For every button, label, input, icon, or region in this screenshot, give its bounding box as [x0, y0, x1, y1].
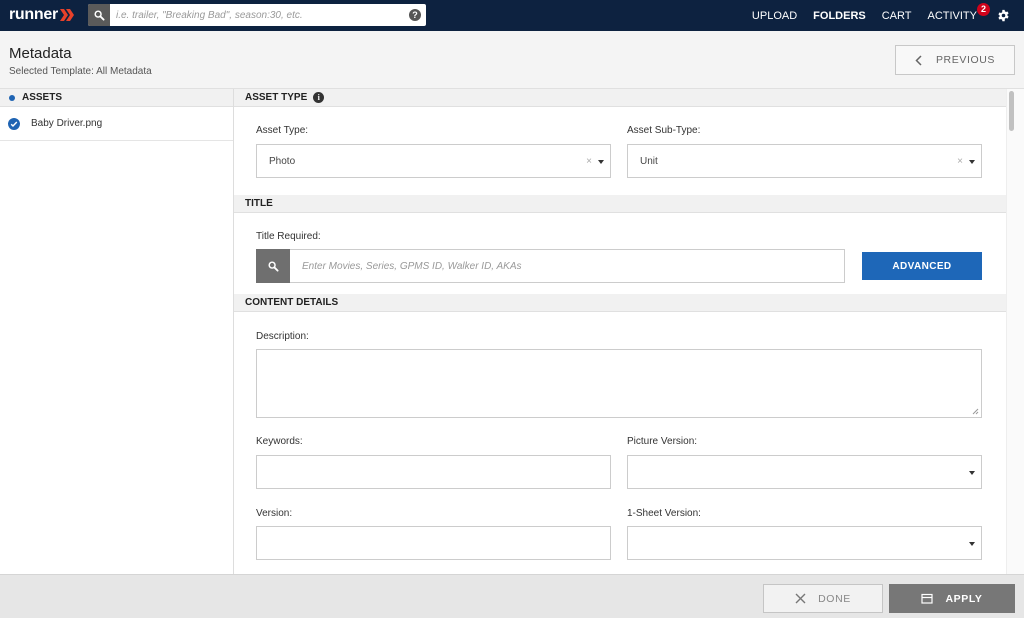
search-input[interactable] [110, 4, 402, 26]
caret-down-icon[interactable] [969, 160, 975, 164]
asset-item[interactable]: Baby Driver.png [0, 107, 233, 141]
logo-text: runner [9, 6, 58, 23]
assets-sidebar: ASSETS Baby Driver.png [0, 89, 234, 574]
asset-type-value: Photo [269, 155, 296, 167]
clear-icon[interactable]: × [957, 156, 963, 167]
search-icon [267, 260, 279, 272]
nav-cart[interactable]: CART [882, 10, 912, 22]
apply-label: APPLY [945, 592, 983, 605]
asset-type-select[interactable]: Photo × [256, 144, 611, 178]
caret-down-icon[interactable] [969, 471, 975, 475]
version-input[interactable] [256, 526, 611, 560]
description-textarea[interactable] [256, 349, 982, 418]
section-asset-type: ASSET TYPE i [234, 89, 1006, 107]
done-label: DONE [818, 592, 851, 605]
scrollbar-thumb[interactable] [1009, 91, 1014, 131]
asset-subtype-value: Unit [640, 155, 658, 167]
section-title: TITLE [245, 198, 273, 209]
nav-activity[interactable]: ACTIVITY 2 [927, 2, 990, 22]
runner-logo[interactable]: runner [9, 6, 74, 24]
search-button[interactable] [88, 4, 110, 26]
clear-icon[interactable]: × [586, 156, 592, 167]
asset-item-label: Baby Driver.png [31, 118, 103, 129]
keywords-label: Keywords: [256, 436, 303, 447]
action-footer: DONE APPLY [0, 574, 1024, 618]
title-required-label: Title Required: [256, 231, 321, 242]
apply-button[interactable]: APPLY [889, 584, 1015, 613]
caret-down-icon[interactable] [969, 542, 975, 546]
help-icon[interactable]: ? [409, 9, 421, 21]
section-title: ASSET TYPE [245, 92, 308, 103]
assets-title: ASSETS [22, 92, 63, 103]
section-title: TITLE [234, 195, 1006, 213]
nav-upload[interactable]: UPLOAD [752, 10, 797, 22]
check-circle-icon[interactable] [8, 117, 20, 130]
page-subtitle: Selected Template: All Metadata [9, 66, 152, 77]
picture-version-label: Picture Version: [627, 436, 698, 447]
asset-subtype-label: Asset Sub-Type: [627, 125, 701, 136]
keywords-input[interactable] [256, 455, 611, 489]
info-icon[interactable]: i [313, 92, 325, 103]
description-label: Description: [256, 331, 309, 342]
asset-type-label: Asset Type: [256, 125, 309, 136]
section-title: CONTENT DETAILS [245, 297, 339, 308]
nav-activity-label: ACTIVITY [927, 9, 977, 22]
metadata-form: ASSET TYPE i Asset Type: Photo × Asset S… [234, 89, 1006, 574]
gear-icon [998, 9, 1009, 22]
chevron-left-icon [915, 54, 922, 66]
calendar-icon [921, 593, 934, 604]
asset-subtype-select[interactable]: Unit × [627, 144, 982, 178]
scrollbar-track[interactable] [1006, 89, 1024, 574]
caret-down-icon[interactable] [598, 160, 604, 164]
global-search: ? [88, 4, 426, 26]
nav-folders[interactable]: FOLDERS [813, 10, 866, 22]
previous-button[interactable]: PREVIOUS [895, 45, 1015, 75]
main-nav: UPLOAD FOLDERS CART ACTIVITY 2 [752, 0, 1024, 31]
sheet-version-label: 1-Sheet Version: [627, 508, 701, 519]
page-title: Metadata [9, 45, 72, 62]
close-icon [795, 593, 806, 604]
picture-version-select[interactable] [627, 455, 982, 489]
assets-header: ASSETS [0, 89, 233, 107]
resize-handle-icon[interactable] [972, 408, 979, 415]
page-header: Metadata Selected Template: All Metadata… [0, 31, 1024, 89]
done-button[interactable]: DONE [763, 584, 883, 613]
search-icon [93, 9, 105, 21]
title-search-button[interactable] [256, 249, 290, 283]
settings-button[interactable] [997, 9, 1010, 22]
logo-chevron-icon [59, 9, 74, 21]
title-search-input[interactable] [290, 249, 845, 283]
activity-badge: 2 [977, 2, 990, 16]
bullet-icon [9, 94, 15, 101]
section-content-details: CONTENT DETAILS [234, 294, 1006, 312]
previous-label: PREVIOUS [935, 54, 996, 66]
sheet-version-select[interactable] [627, 526, 982, 560]
version-label: Version: [256, 508, 293, 519]
advanced-button[interactable]: ADVANCED [862, 252, 982, 280]
top-nav-bar: runner ? UPLOAD FOLDERS CART ACTIVITY 2 [0, 0, 1024, 31]
